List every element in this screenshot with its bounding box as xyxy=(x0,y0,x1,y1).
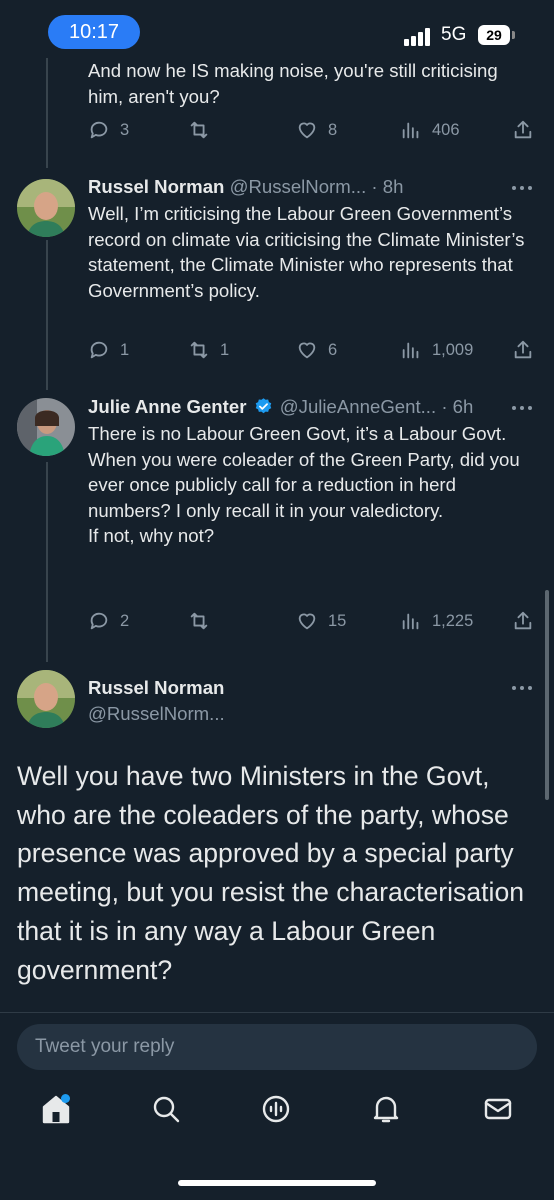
author-name[interactable]: Julie Anne Genter xyxy=(88,396,246,417)
spaces-icon xyxy=(262,1095,290,1123)
notification-dot xyxy=(61,1094,70,1103)
reply-button[interactable]: 1 xyxy=(88,338,129,362)
retweet-icon xyxy=(190,121,208,139)
main-tweet-author-name[interactable]: Russel Norman xyxy=(88,677,224,699)
reply-count: 2 xyxy=(120,611,130,630)
tweet-actions: 3 8 406 xyxy=(88,118,538,142)
reply-icon xyxy=(90,341,108,359)
reply-count: 3 xyxy=(120,120,130,139)
retweet-count: 1 xyxy=(220,340,230,359)
tab-spaces[interactable] xyxy=(259,1092,293,1126)
tweet-text-line: There is no Labour Green Govt, it’s a La… xyxy=(88,423,507,444)
reply-count: 1 xyxy=(120,340,130,359)
like-icon xyxy=(298,122,316,139)
like-button[interactable]: 6 xyxy=(296,338,337,362)
views-count: 406 xyxy=(432,120,460,139)
more-icon[interactable] xyxy=(512,406,534,412)
reply-button[interactable]: 3 xyxy=(88,118,129,142)
avatar[interactable] xyxy=(17,179,75,237)
views-button[interactable]: 406 xyxy=(400,118,460,142)
like-count: 8 xyxy=(328,120,338,139)
tab-bar xyxy=(0,1092,554,1142)
like-count: 6 xyxy=(328,340,338,359)
tweet-actions: 1 1 6 1,009 xyxy=(88,338,538,362)
tab-messages[interactable] xyxy=(481,1092,515,1126)
status-bar: 10:17 5G 29 xyxy=(0,0,554,62)
author-handle[interactable]: @RusselNorm... xyxy=(88,703,225,724)
main-tweet-text: Well you have two Ministers in the Govt,… xyxy=(17,761,525,985)
views-icon xyxy=(402,122,419,139)
tweet-time: · 8h xyxy=(371,176,404,197)
tweet-text-line: When you were coleader of the Green Part… xyxy=(88,448,520,521)
tweet-text: Well, I’m criticising the Labour Green G… xyxy=(88,203,525,301)
author-name[interactable]: Russel Norman xyxy=(88,677,224,698)
retweet-button[interactable] xyxy=(188,609,220,633)
retweet-icon xyxy=(190,612,208,630)
main-tweet-author-handle[interactable]: @RusselNorm... xyxy=(88,703,225,725)
tweet-actions: 2 15 1,225 xyxy=(88,609,538,633)
views-button[interactable]: 1,225 xyxy=(400,609,473,633)
like-button[interactable]: 8 xyxy=(296,118,337,142)
battery-tip xyxy=(512,31,515,39)
notifications-icon xyxy=(373,1096,399,1123)
like-icon xyxy=(298,613,316,630)
retweet-button[interactable]: 1 xyxy=(188,338,229,362)
home-indicator xyxy=(178,1180,376,1186)
tweet-text: There is no Labour Green Govt, it’s a La… xyxy=(88,421,528,549)
like-button[interactable]: 15 xyxy=(296,609,346,633)
like-count: 15 xyxy=(328,611,347,630)
share-icon xyxy=(514,611,532,630)
tweet-text-line: If not, why not? xyxy=(88,525,215,546)
verified-icon xyxy=(255,398,271,414)
scrollbar[interactable] xyxy=(545,590,549,800)
retweet-button[interactable] xyxy=(188,118,220,142)
thread-line xyxy=(46,240,48,390)
author-name[interactable]: Russel Norman xyxy=(88,176,224,197)
views-count: 1,225 xyxy=(432,611,474,630)
search-icon xyxy=(153,1096,180,1123)
more-icon[interactable] xyxy=(512,686,534,692)
like-icon xyxy=(298,342,316,359)
retweet-icon xyxy=(190,341,208,359)
share-button[interactable] xyxy=(512,118,534,142)
views-button[interactable]: 1,009 xyxy=(400,338,473,362)
views-count: 1,009 xyxy=(432,340,474,359)
share-button[interactable] xyxy=(512,338,534,362)
views-icon xyxy=(402,613,419,630)
tweet-header: Russel Norman @RusselNorm... · 8h xyxy=(88,176,403,198)
thread-line xyxy=(46,58,48,168)
avatar[interactable] xyxy=(17,398,75,456)
more-icon[interactable] xyxy=(512,186,534,192)
reply-icon xyxy=(90,121,108,139)
share-icon xyxy=(514,340,532,359)
reply-icon xyxy=(90,612,108,630)
thread-line xyxy=(46,462,48,662)
views-icon xyxy=(402,342,419,359)
share-icon xyxy=(514,120,532,139)
reply-input[interactable]: Tweet your reply xyxy=(17,1024,537,1070)
messages-icon xyxy=(484,1098,512,1120)
author-handle[interactable]: @RusselNorm... xyxy=(230,176,367,197)
battery-icon: 29 xyxy=(478,25,510,45)
tab-search[interactable] xyxy=(149,1092,183,1126)
network-type: 5G xyxy=(441,24,467,45)
tweet-text: And now he IS making noise, you're still… xyxy=(88,60,498,107)
divider xyxy=(0,1012,554,1013)
tweet-time: · 6h xyxy=(441,396,474,417)
tab-notifications[interactable] xyxy=(369,1092,403,1126)
tweet-header: Julie Anne Genter @JulieAnneGent... · 6h xyxy=(88,396,473,418)
reply-button[interactable]: 2 xyxy=(88,609,129,633)
status-time[interactable]: 10:17 xyxy=(48,15,140,49)
avatar[interactable] xyxy=(17,670,75,728)
cellular-signal-icon xyxy=(404,28,434,46)
share-button[interactable] xyxy=(512,609,534,633)
author-handle[interactable]: @JulieAnneGent... xyxy=(280,396,436,417)
